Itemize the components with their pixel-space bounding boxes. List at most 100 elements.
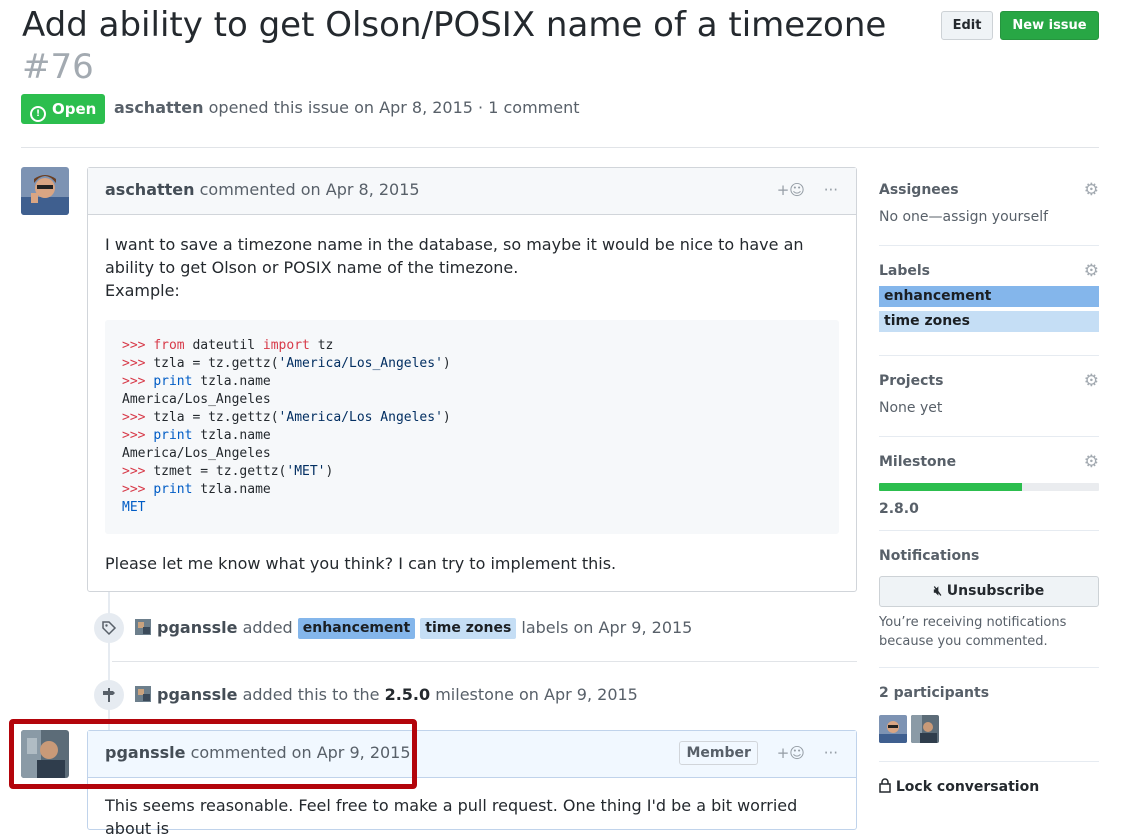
participants-avatars — [879, 715, 1099, 747]
code-token: tzla = tz.gettz( — [153, 356, 279, 371]
tag-icon — [94, 613, 124, 643]
milestone-link[interactable]: 2.5.0 — [385, 685, 431, 704]
label-time-zones[interactable]: time zones — [420, 618, 517, 639]
comment-box: aschatten commented on Apr 8, 2015 +☺ ··… — [87, 167, 857, 592]
timeline-event-milestone: pganssle added this to the 2.5.0 milesto… — [94, 680, 864, 710]
sidebar-heading-text: Labels — [879, 263, 931, 279]
gear-icon[interactable]: ⚙ — [1084, 371, 1099, 391]
add-reaction-icon[interactable]: +☺ — [777, 181, 805, 199]
code-line: >>> print tzla.name — [122, 427, 822, 445]
sidebar-heading: Projects ⚙ — [879, 371, 1099, 391]
add-reaction-icon[interactable]: +☺ — [777, 744, 805, 762]
sidebar-heading: Assignees ⚙ — [879, 180, 1099, 200]
label-enhancement[interactable]: enhancement — [879, 286, 1099, 307]
sidebar-milestone: Milestone ⚙ 2.8.0 — [879, 452, 1099, 517]
avatar[interactable] — [135, 682, 151, 702]
event-actor-link[interactable]: pganssle — [157, 618, 237, 637]
issue-number: #76 — [22, 47, 94, 87]
code-line: America/Los_Angeles — [122, 391, 822, 409]
code-token: >>> — [122, 338, 154, 353]
comment-date[interactable]: commented on Apr 8, 2015 — [200, 180, 420, 199]
code-token: 'America/Los_Angeles' — [278, 356, 443, 371]
assignees-value[interactable]: No one—assign yourself — [879, 209, 1099, 225]
sidebar-assignees: Assignees ⚙ No one—assign yourself — [879, 180, 1099, 225]
event-prefix: added this to the — [242, 685, 380, 704]
code-line: America/Los_Angeles — [122, 445, 822, 463]
code-token: tzla = tz.gettz( — [153, 410, 279, 425]
sidebar-heading: Labels ⚙ — [879, 261, 1099, 281]
comment-actions: Member +☺ ··· — [665, 731, 838, 775]
more-options-icon[interactable]: ··· — [824, 181, 838, 199]
code-token: tzla.name — [192, 428, 271, 443]
sidebar-lock[interactable]: Lock conversation — [879, 778, 1099, 795]
code-line: >>> from dateutil import tz — [122, 337, 822, 355]
projects-value: None yet — [879, 400, 943, 416]
code-line: >>> tzmet = tz.gettz('MET') — [122, 463, 822, 481]
comment-paragraph: I want to save a timezone name in the da… — [105, 235, 804, 277]
code-line: >>> print tzla.name — [122, 481, 822, 499]
sidebar-heading: Notifications — [879, 548, 980, 564]
comment-header: aschatten commented on Apr 8, 2015 +☺ ··… — [88, 168, 856, 215]
status-badge: ! Open — [21, 94, 105, 124]
header-divider — [21, 147, 1099, 148]
avatar[interactable] — [879, 715, 907, 743]
comment-paragraph: Example: — [105, 281, 180, 300]
lock-conversation-link[interactable]: Lock conversation — [879, 778, 1099, 795]
code-token: ) — [442, 410, 451, 425]
gear-icon[interactable]: ⚙ — [1084, 452, 1099, 472]
code-token: America/Los_Angeles — [122, 392, 271, 407]
issue-title: Add ability to get Olson/POSIX name of a… — [22, 4, 932, 88]
comment-actions: +☺ ··· — [763, 168, 838, 212]
code-token: America/Los_Angeles — [122, 446, 271, 461]
sidebar-divider — [879, 436, 1099, 437]
sidebar-heading: Milestone ⚙ — [879, 452, 1099, 472]
status-label: Open — [52, 100, 97, 118]
label-time-zones[interactable]: time zones — [879, 311, 1099, 332]
code-token: tzla.name — [192, 482, 271, 497]
new-issue-button[interactable]: New issue — [1000, 11, 1099, 40]
sidebar-labels: Labels ⚙ enhancement time zones — [879, 261, 1099, 332]
code-token: >>> — [122, 482, 154, 497]
sidebar-participants: 2 participants — [879, 683, 1099, 747]
edit-button[interactable]: Edit — [941, 11, 993, 40]
event-actor-link[interactable]: pganssle — [157, 685, 237, 704]
code-token: MET — [122, 500, 146, 515]
gear-icon[interactable]: ⚙ — [1084, 261, 1099, 281]
issue-author-link[interactable]: aschatten — [114, 98, 204, 117]
member-badge: Member — [679, 741, 758, 765]
avatar[interactable] — [21, 167, 69, 215]
comment-body: I want to save a timezone name in the da… — [88, 215, 856, 575]
issue-meta: aschatten opened this issue on Apr 8, 20… — [114, 98, 580, 117]
code-token: from — [153, 338, 185, 353]
label-enhancement[interactable]: enhancement — [297, 618, 416, 639]
avatar[interactable] — [911, 715, 939, 743]
issue-opened-icon: ! — [30, 106, 46, 122]
lock-icon — [879, 778, 891, 795]
code-token: tzmet = tz.gettz( — [153, 464, 287, 479]
unsubscribe-button[interactable]: 🔇︎ Unsubscribe — [879, 576, 1099, 607]
milestone-icon — [94, 680, 124, 710]
more-options-icon[interactable]: ··· — [824, 744, 838, 762]
code-token: 'America/Los Angeles' — [278, 410, 443, 425]
code-token: print — [153, 374, 193, 389]
highlight-box — [9, 719, 417, 789]
comment-author-link[interactable]: aschatten — [105, 180, 195, 199]
sidebar-divider — [879, 761, 1099, 762]
comment-paragraph: Please let me know what you think? I can… — [105, 554, 617, 573]
event-suffix: labels on Apr 9, 2015 — [521, 618, 693, 637]
gear-icon[interactable]: ⚙ — [1084, 180, 1099, 200]
code-token: print — [153, 482, 193, 497]
event-text: pganssle added this to the 2.5.0 milesto… — [135, 680, 638, 710]
milestone-progress-bar — [879, 483, 1099, 491]
milestone-link[interactable]: 2.8.0 — [879, 501, 1099, 517]
unsubscribe-label: Unsubscribe — [946, 583, 1045, 599]
event-text: pganssle added enhancement time zones la… — [135, 613, 692, 643]
code-line: >>> tzla = tz.gettz('America/Los_Angeles… — [122, 355, 822, 373]
code-token: >>> — [122, 428, 154, 443]
avatar[interactable] — [135, 615, 151, 635]
code-block: >>> from dateutil import tz >>> tzla = tz… — [105, 320, 839, 534]
mute-icon: 🔇︎ — [933, 584, 942, 599]
issue-title-text: Add ability to get Olson/POSIX name of a… — [22, 5, 887, 45]
sidebar-heading-text: Assignees — [879, 182, 959, 198]
sidebar-divider — [879, 245, 1099, 246]
